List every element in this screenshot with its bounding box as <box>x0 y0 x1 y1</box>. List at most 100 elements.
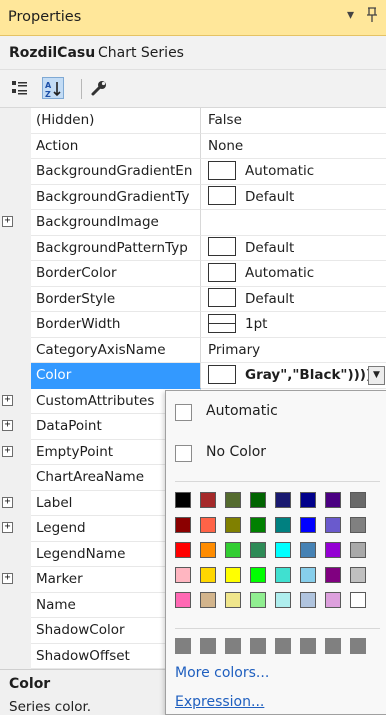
property-value-text: 1pt <box>245 316 268 332</box>
property-row[interactable]: BackgroundGradientEn Automatic <box>0 159 386 185</box>
property-value[interactable]: False <box>201 108 386 134</box>
recent-color-swatch[interactable] <box>350 638 366 654</box>
property-row[interactable]: BorderWidth 1pt <box>0 312 386 338</box>
palette-color-swatch[interactable] <box>225 592 241 608</box>
property-row[interactable]: (Hidden) False <box>0 108 386 134</box>
palette-color-swatch[interactable] <box>325 542 341 558</box>
property-value[interactable]: 1pt <box>201 312 386 338</box>
palette-color-swatch[interactable] <box>200 517 216 533</box>
palette-color-swatch[interactable] <box>275 542 291 558</box>
row-gutter: + <box>0 567 31 593</box>
property-value[interactable]: Default <box>201 185 386 210</box>
palette-color-swatch[interactable] <box>325 592 341 608</box>
automatic-checkbox[interactable] <box>175 404 192 421</box>
expand-plus-icon[interactable]: + <box>2 394 13 406</box>
palette-color-swatch[interactable] <box>350 542 366 558</box>
palette-color-swatch[interactable] <box>175 542 191 558</box>
row-gutter <box>0 541 31 567</box>
property-row[interactable]: + BackgroundImage <box>0 210 386 236</box>
recent-color-swatch[interactable] <box>175 638 191 654</box>
palette-color-swatch[interactable] <box>325 492 341 508</box>
recent-color-swatch[interactable] <box>300 638 316 654</box>
property-value[interactable]: Automatic <box>201 159 386 185</box>
property-name: BorderWidth <box>31 312 201 338</box>
palette-color-swatch[interactable] <box>250 517 266 533</box>
palette-color-swatch[interactable] <box>275 492 291 508</box>
properties-title-bar: Properties ▾ <box>0 0 386 36</box>
property-value[interactable]: Default <box>201 236 386 261</box>
expand-plus-icon[interactable]: + <box>2 573 13 584</box>
palette-color-swatch[interactable] <box>250 542 266 558</box>
palette-color-swatch[interactable] <box>250 567 266 583</box>
palette-color-swatch[interactable] <box>200 567 216 583</box>
palette-color-swatch[interactable] <box>200 542 216 558</box>
expand-plus-icon[interactable]: + <box>2 522 13 533</box>
palette-color-swatch[interactable] <box>350 492 366 508</box>
palette-color-swatch[interactable] <box>350 567 366 583</box>
alphabetical-button[interactable]: A Z <box>42 77 64 99</box>
window-position-dropdown-icon[interactable]: ▾ <box>347 7 354 23</box>
palette-color-swatch[interactable] <box>300 517 316 533</box>
automatic-color-option[interactable]: Automatic <box>175 400 380 426</box>
property-row[interactable]: Color Gray","Black")))) ▼ <box>0 363 386 389</box>
palette-color-swatch[interactable] <box>275 567 291 583</box>
palette-color-swatch[interactable] <box>175 567 191 583</box>
property-row[interactable]: BorderStyle Default <box>0 286 386 312</box>
property-row[interactable]: CategoryAxisName Primary <box>0 337 386 363</box>
palette-color-swatch[interactable] <box>300 542 316 558</box>
palette-color-swatch[interactable] <box>300 592 316 608</box>
palette-color-swatch[interactable] <box>275 517 291 533</box>
recent-color-swatch[interactable] <box>225 638 241 654</box>
palette-color-swatch[interactable] <box>325 567 341 583</box>
pin-icon[interactable] <box>366 7 378 27</box>
palette-color-swatch[interactable] <box>175 517 191 533</box>
property-value[interactable]: Automatic <box>201 261 386 287</box>
palette-color-swatch[interactable] <box>175 492 191 508</box>
dropdown-arrow-icon[interactable]: ▼ <box>368 366 385 385</box>
palette-color-swatch[interactable] <box>225 542 241 558</box>
expand-plus-icon[interactable]: + <box>2 216 13 227</box>
palette-color-swatch[interactable] <box>300 567 316 583</box>
property-value-text: None <box>208 137 244 154</box>
expand-plus-icon[interactable]: + <box>2 496 13 508</box>
expand-plus-icon[interactable]: + <box>2 420 13 431</box>
row-gutter: + <box>0 414 31 440</box>
property-value[interactable]: None <box>201 134 386 159</box>
palette-color-swatch[interactable] <box>350 517 366 533</box>
property-value[interactable] <box>201 210 386 236</box>
color-swatch <box>208 262 236 282</box>
palette-color-swatch[interactable] <box>200 592 216 608</box>
recent-color-swatch[interactable] <box>325 638 341 654</box>
property-row[interactable]: BorderColor Automatic <box>0 261 386 287</box>
property-row[interactable]: Action None <box>0 133 386 159</box>
more-colors-link[interactable]: More colors... <box>175 665 269 681</box>
property-value[interactable]: Primary <box>201 338 386 363</box>
no-color-checkbox[interactable] <box>175 445 192 462</box>
palette-color-swatch[interactable] <box>275 592 291 608</box>
row-gutter <box>0 261 31 287</box>
recent-color-swatch[interactable] <box>275 638 291 654</box>
palette-color-swatch[interactable] <box>300 492 316 508</box>
palette-color-swatch[interactable] <box>250 592 266 608</box>
palette-color-swatch[interactable] <box>325 517 341 533</box>
categorized-button[interactable] <box>9 77 31 99</box>
property-pages-button[interactable] <box>88 77 110 99</box>
property-value[interactable]: Default <box>201 287 386 312</box>
recent-color-swatch[interactable] <box>250 638 266 654</box>
property-row[interactable]: BackgroundGradientTy Default <box>0 184 386 210</box>
palette-color-swatch[interactable] <box>175 592 191 608</box>
no-color-option[interactable]: No Color <box>175 441 380 467</box>
palette-color-swatch[interactable] <box>225 517 241 533</box>
property-row[interactable]: BackgroundPatternTyp Default <box>0 235 386 261</box>
palette-color-swatch[interactable] <box>250 492 266 508</box>
palette-color-swatch[interactable] <box>350 592 366 608</box>
expand-plus-icon[interactable]: + <box>2 445 13 457</box>
object-selector[interactable]: RozdilCasu Chart Series <box>0 36 386 70</box>
palette-color-swatch[interactable] <box>225 492 241 508</box>
recent-color-swatch[interactable] <box>200 638 216 654</box>
expression-link[interactable]: Expression... <box>175 694 264 710</box>
palette-color-swatch[interactable] <box>200 492 216 508</box>
row-gutter <box>0 184 31 210</box>
palette-color-swatch[interactable] <box>225 567 241 583</box>
property-value[interactable]: Gray","Black")))) ▼ <box>201 363 386 389</box>
